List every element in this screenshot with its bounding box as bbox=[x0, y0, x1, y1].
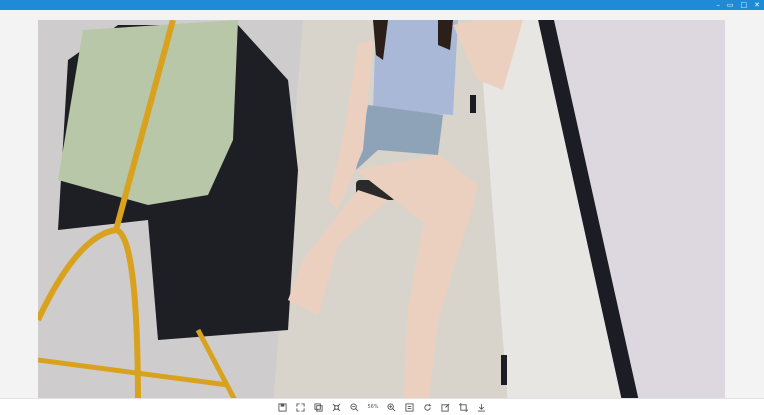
restore-icon[interactable]: ▭ bbox=[727, 0, 734, 10]
edit-icon[interactable] bbox=[440, 402, 451, 413]
title-bar: – ▭ □ ✕ bbox=[0, 0, 764, 10]
image-viewer-canvas[interactable] bbox=[0, 10, 764, 406]
displayed-photo bbox=[38, 20, 725, 406]
minimize-icon[interactable]: – bbox=[716, 0, 720, 10]
zoom-out-icon[interactable] bbox=[349, 402, 360, 413]
close-icon[interactable]: ✕ bbox=[754, 0, 760, 10]
copy-icon[interactable] bbox=[313, 402, 324, 413]
viewer-toolbar: 56% bbox=[0, 398, 764, 415]
photo-illustration bbox=[38, 20, 725, 406]
crop-icon[interactable] bbox=[458, 402, 469, 413]
fit-screen-icon[interactable] bbox=[295, 402, 306, 413]
save-icon[interactable] bbox=[277, 402, 288, 413]
download-icon[interactable] bbox=[476, 402, 487, 413]
maximize-icon[interactable]: □ bbox=[741, 0, 748, 10]
zoom-level: 56% bbox=[367, 403, 379, 410]
actual-size-icon[interactable] bbox=[331, 402, 342, 413]
zoom-in-icon[interactable] bbox=[386, 402, 397, 413]
rotate-icon[interactable] bbox=[422, 402, 433, 413]
window-controls: – ▭ □ ✕ bbox=[716, 0, 760, 10]
info-icon[interactable] bbox=[404, 402, 415, 413]
